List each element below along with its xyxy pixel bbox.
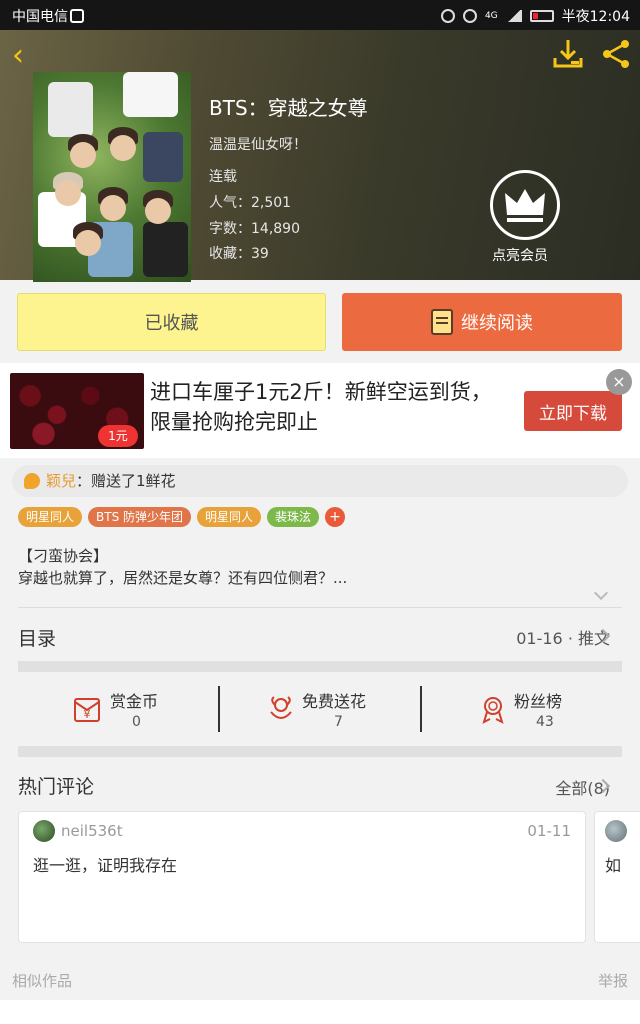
status-bar: 中国电信 4G 半夜12:04 [0,0,640,30]
reward-coin-button[interactable]: ¥ 赏金币 0 [18,686,218,736]
coin-envelope-icon: ¥ [74,698,100,722]
alarm-icon [440,9,455,23]
send-flower-count: 7 [334,714,343,730]
comment-card[interactable]: 如 [594,811,640,943]
hot-comments-title: 热门评论 [18,776,95,798]
continue-reading-button[interactable]: 继续阅读 [342,293,622,351]
ad-text[interactable]: 进口车厘子1元2斤！新鲜空运到货，限量抢购抢完即止 [150,377,510,437]
vip-button[interactable] [490,170,560,240]
author-name[interactable]: 温温是仙女呀！ [209,134,307,154]
tag-item[interactable]: 明星同人 [197,507,262,527]
catalog-latest[interactable]: 01-16 · 推文 [516,625,610,649]
comment-card[interactable]: neil536t 01-11 逛一逛，证明我存在 [18,811,586,943]
ad-download-button[interactable]: 立即下载 [524,391,622,431]
notice-user[interactable]: 颖兒 [46,472,76,490]
favorited-button[interactable]: 已收藏 [17,293,326,351]
hand-icon [24,473,40,489]
section-separator [18,746,622,757]
clock: 半夜12:04 [561,9,630,25]
catalog-title[interactable]: 目录 [18,624,56,651]
book-icon [431,309,453,335]
signal-icon [505,10,522,22]
tag-item[interactable]: 明星同人 [18,507,83,527]
avatar[interactable] [605,820,627,842]
download-icon[interactable] [552,38,584,70]
comment-date: 01-11 [527,822,571,840]
reward-coin-label: 赏金币 [110,692,159,711]
fan-ranking-button[interactable]: 粉丝榜 43 [422,686,622,736]
notice-message: ：赠送了1鲜花 [76,472,176,490]
vip-label: 点亮会员 [492,248,548,264]
intro-line-2: 穿越也就算了，居然还是女尊？还有四位侧君？... [18,569,348,587]
ad-download-label: 立即下载 [539,403,607,424]
favorited-label: 已收藏 [144,313,199,334]
add-tag-button[interactable]: + [325,507,346,527]
section-separator [18,661,622,672]
action-row: ¥ 赏金币 0 免费送花 7 粉丝榜 43 [18,686,622,736]
fan-ranking-count: 43 [536,714,554,730]
share-icon[interactable] [600,38,632,70]
book-intro[interactable]: 【刁蛮协会】 穿越也就算了，居然还是女尊？还有四位侧君？... [18,545,347,589]
continue-reading-label: 继续阅读 [461,313,533,334]
send-flower-label: 免费送花 [302,692,367,711]
ad-close-icon[interactable]: × [606,369,632,395]
tag-list: 明星同人 BTS 防弹少年团 明星同人 裴珠泫 + [18,507,346,527]
comment-text: 如 [605,856,622,875]
eye-icon [462,9,477,23]
flower-icon [270,696,292,719]
comment-user[interactable]: neil536t [61,822,123,840]
reward-coin-count: 0 [132,714,141,730]
favorites-stat: 收藏：39 [209,246,269,262]
fan-ranking-label: 粉丝榜 [514,692,563,711]
battery-icon [529,10,554,22]
send-flower-button[interactable]: 免费送花 7 [220,686,420,736]
carrier-label: 中国电信 [12,6,84,26]
back-arrow-icon[interactable]: ‹ [12,38,24,73]
network-label: 4G [484,11,498,21]
intro-line-1: 【刁蛮协会】 [18,547,109,565]
similar-works-label: 相似作品 [12,972,73,990]
report-link[interactable]: 举报 [598,970,628,991]
popularity-stat: 人气：2,501 [209,195,292,211]
word-count-stat: 字数：14,890 [209,221,300,237]
book-cover-image[interactable] [33,72,191,282]
crown-icon [505,189,545,222]
medal-icon [482,697,504,724]
divider [18,607,622,608]
ad-price-badge: 1元 [98,425,138,447]
expand-chevron-icon[interactable] [593,585,609,601]
flower-notice: 颖兒：赠送了1鲜花 [12,465,628,497]
comment-text: 逛一逛，证明我存在 [33,856,178,875]
tag-item[interactable]: BTS 防弹少年团 [88,507,192,527]
tag-item[interactable]: 裴珠泫 [267,507,320,527]
ad-banner[interactable]: 1元 进口车厘子1元2斤！新鲜空运到货，限量抢购抢完即止 立即下载 × [0,363,640,458]
book-title: BTS：穿越之女尊 [209,96,368,120]
sim-icon [70,9,84,23]
svg-text:¥: ¥ [84,708,91,721]
serial-status: 连载 [209,169,237,185]
similar-works-list[interactable] [0,1000,640,1024]
book-header: ‹ BTS：穿越之女尊 温温是仙女呀！ 连载 人气：2,501 字数：14,89… [0,30,640,282]
avatar[interactable] [33,820,55,842]
